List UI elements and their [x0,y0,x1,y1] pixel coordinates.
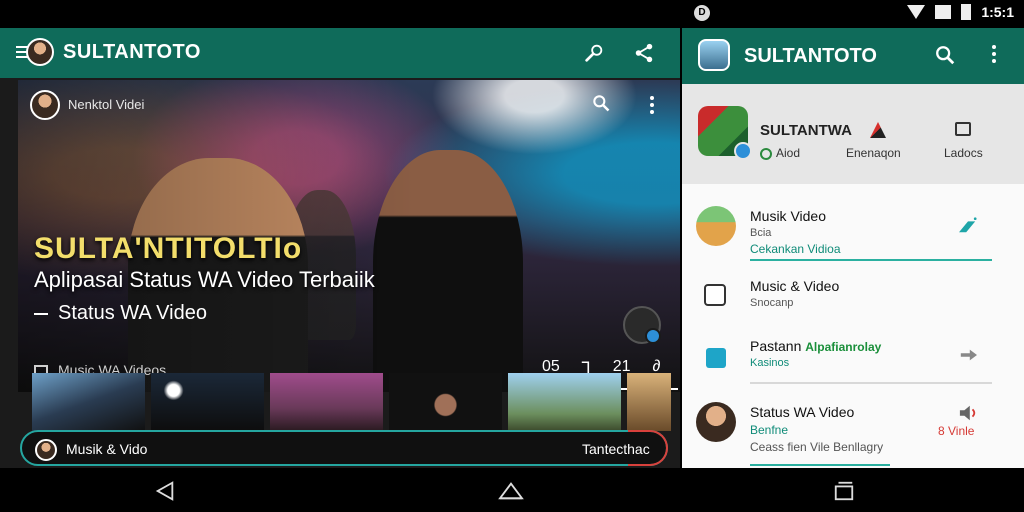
bottom-bar-accent [628,430,668,466]
video-thumbnail[interactable] [151,373,264,431]
music-video-icon [696,206,736,246]
video-thumbnail[interactable] [508,373,621,431]
list-item-line3: Ceass fien Vile Benllagry [750,440,884,454]
clock: 1:5:1 [981,4,1014,20]
microphone-icon[interactable] [583,42,605,64]
hero-subtitle-secondary-text: Status WA Video [58,302,207,324]
list-item-line3: Cekankan Vidioa [750,242,841,256]
more-options-icon[interactable] [992,45,996,66]
forward-icon[interactable] [957,346,979,364]
channel-name[interactable]: Nenktol Videi [68,97,144,112]
featured-video[interactable]: Nenktol Videi SULTA'NTITOLTIo Aplipasai … [18,80,680,392]
dash-icon [34,312,48,315]
wifi-icon [907,5,926,19]
profile-name: SULTANTWA [760,122,852,139]
profile-card[interactable]: SULTANTWA Aiod Enenaqon Ladocs [682,84,1024,184]
profile-stat-right[interactable]: Ladocs [944,146,983,160]
list-item-title-text: Pastann [750,338,802,354]
notification-icon: D [694,5,710,21]
hero-title: SULTA'NTITOLTIo [34,232,303,265]
chat-icon[interactable] [955,122,971,136]
recents-icon[interactable] [832,480,856,502]
share-icon[interactable] [633,42,655,64]
status-dot-icon [760,147,772,160]
volume-icon[interactable] [957,404,979,422]
list-item-title: Pastann Alpafianrolay [750,338,881,354]
back-icon[interactable] [154,480,176,502]
profile-stat-left-text: Aiod [776,146,801,160]
app-title: SULTANTOTO [744,45,877,67]
left-app-window: SULTANTOTO Nenktol Videi SULTA'NTITOLTIo… [0,28,680,468]
channel-avatar[interactable] [30,90,60,120]
battery-icon [961,4,972,20]
list-item-line2: Snocanp [750,297,794,309]
thumbnail-strip [32,373,680,431]
hero-subtitle-secondary: Status WA Video [34,302,207,325]
list-item-title: Musik Video [750,208,827,224]
signal-icon [935,5,952,19]
list-item-line2: Bcia [750,227,772,239]
left-app-bar: SULTANTOTO [0,28,680,78]
home-icon[interactable] [497,480,525,502]
video-thumbnail[interactable] [389,373,502,431]
list-item-title-accent: Alpafianrolay [805,340,882,354]
status-icons: 1:5:1 [907,4,1014,20]
bottom-bar[interactable]: Musik & Vido Tantecthac [20,430,668,466]
list-item-title: Status WA Video [750,404,855,420]
search-icon[interactable] [934,44,956,66]
bottom-bar-label[interactable]: Musik & Vido [66,441,147,457]
profile-avatar[interactable] [26,38,54,66]
send-icon[interactable] [957,216,979,234]
app-title: SULTANTOTO [63,41,201,63]
profile-picture[interactable] [698,106,752,160]
video-thumbnail[interactable] [270,373,383,431]
video-thumbnail[interactable] [627,373,671,431]
right-app-window: SULTANTOTO SULTANTWA Aiod Enenaqon Ladoc… [682,28,1024,468]
app-logo[interactable] [698,39,730,71]
list-item-title: Music & Video [750,278,840,294]
divider [750,259,992,261]
chart-icon [706,348,726,368]
list-item-musik-video[interactable]: Musik Video Bcia Cekankan Vidioa [682,192,1024,262]
status-avatar [696,402,736,442]
hero-subtitle: Aplipasai Status WA Video Terbaiik [34,267,375,292]
search-icon[interactable] [591,93,611,113]
nav-bar [0,468,1024,512]
right-app-bar: SULTANTOTO [682,28,1024,84]
list-item-status-wa-video[interactable]: Status WA Video Benfne Ceass fien Vile B… [682,388,1024,458]
list-item-line2: Kasinos [750,357,790,369]
profile-stat-left: Aiod [760,146,800,160]
triangle-icon [870,122,886,138]
uploader-badge[interactable] [623,306,661,344]
image-icon [704,284,726,306]
profile-stat-mid: Enenaqon [846,146,901,160]
list-item-action[interactable]: 8 Vinle [938,424,974,438]
list-item-line2: Benfne [750,423,789,437]
divider [750,382,992,384]
video-thumbnail[interactable] [32,373,145,431]
status-bar: D 1:5:1 [0,0,1024,28]
divider [750,464,890,466]
bottom-avatar [35,439,57,461]
more-options-icon[interactable] [650,96,654,114]
menu-list: Musik Video Bcia Cekankan Vidioa Music &… [682,184,1024,468]
